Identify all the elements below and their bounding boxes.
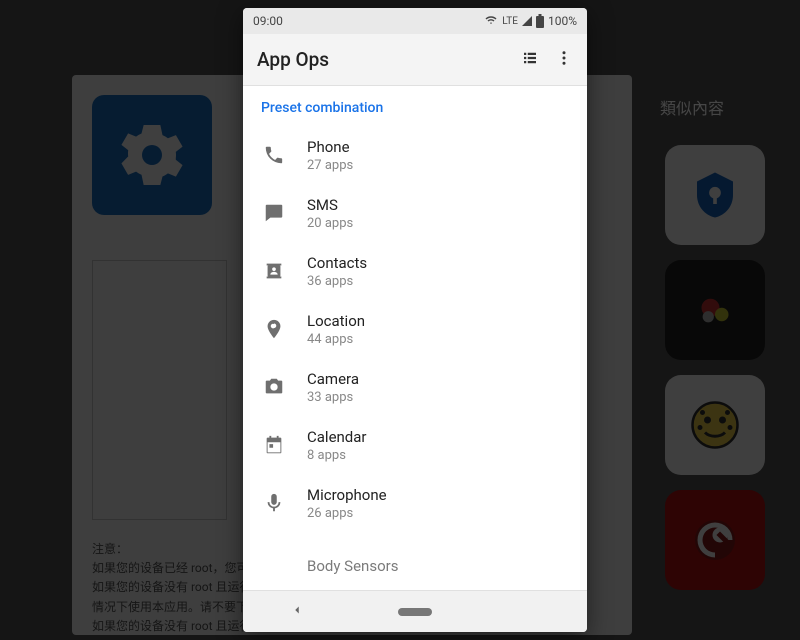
contacts-icon <box>261 260 287 282</box>
row-sub: 26 apps <box>307 506 387 521</box>
row-title: Contacts <box>307 254 367 272</box>
row-title: Camera <box>307 370 359 388</box>
permission-list: Phone27 apps SMS20 apps Contacts36 apps … <box>243 126 587 590</box>
app-title: App Ops <box>257 48 329 71</box>
permission-row-body-sensors[interactable]: Body Sensors <box>243 532 587 590</box>
permission-row-contacts[interactable]: Contacts 36 apps <box>243 242 587 300</box>
status-battery: 100% <box>548 14 577 28</box>
status-bar: 09:00 LTE 100% <box>243 8 587 34</box>
section-header-preset: Preset combination <box>243 86 587 126</box>
row-title: Microphone <box>307 486 387 504</box>
row-title: Phone <box>307 138 353 156</box>
row-sub: 27 apps <box>307 158 353 173</box>
sms-icon <box>261 202 287 224</box>
row-sub: 33 apps <box>307 390 359 405</box>
permission-row-calendar[interactable]: Calendar 8 apps <box>243 416 587 474</box>
view-list-icon[interactable] <box>521 49 539 71</box>
phone-icon <box>261 144 287 166</box>
camera-icon <box>261 376 287 398</box>
microphone-icon <box>261 492 287 514</box>
permission-row-camera[interactable]: Camera 33 apps <box>243 358 587 416</box>
row-sub: 36 apps <box>307 274 367 289</box>
row-title: Body Sensors <box>307 557 398 575</box>
nav-bar <box>243 590 587 632</box>
row-title: Calendar <box>307 428 367 446</box>
signal-icon <box>522 16 532 26</box>
status-time: 09:00 <box>253 14 283 28</box>
row-title: Location <box>307 312 365 330</box>
status-network: LTE <box>502 16 518 27</box>
phone-screen: 09:00 LTE 100% App Ops Preset combinatio… <box>243 8 587 632</box>
row-sub: 20 apps <box>307 216 353 231</box>
nav-home-pill[interactable] <box>398 608 432 616</box>
wifi-icon <box>484 15 498 27</box>
row-sub: 44 apps <box>307 332 365 347</box>
row-sub: 8 apps <box>307 448 367 463</box>
permission-row-location[interactable]: Location 44 apps <box>243 300 587 358</box>
permission-row-microphone[interactable]: Microphone 26 apps <box>243 474 587 532</box>
location-icon <box>261 318 287 340</box>
status-right: LTE 100% <box>484 14 577 28</box>
overflow-menu-icon[interactable] <box>555 49 573 71</box>
app-bar: App Ops <box>243 34 587 86</box>
permission-row-phone[interactable]: Phone 27 apps <box>243 126 587 184</box>
row-title: SMS <box>307 196 353 214</box>
battery-icon <box>536 14 544 28</box>
permission-row-sms[interactable]: SMS 20 apps <box>243 184 587 242</box>
content-scroll[interactable]: Preset combination Phone 27 apps SMS 20 ap… <box>243 86 587 590</box>
calendar-icon <box>261 434 287 456</box>
nav-back-button[interactable] <box>290 602 304 621</box>
